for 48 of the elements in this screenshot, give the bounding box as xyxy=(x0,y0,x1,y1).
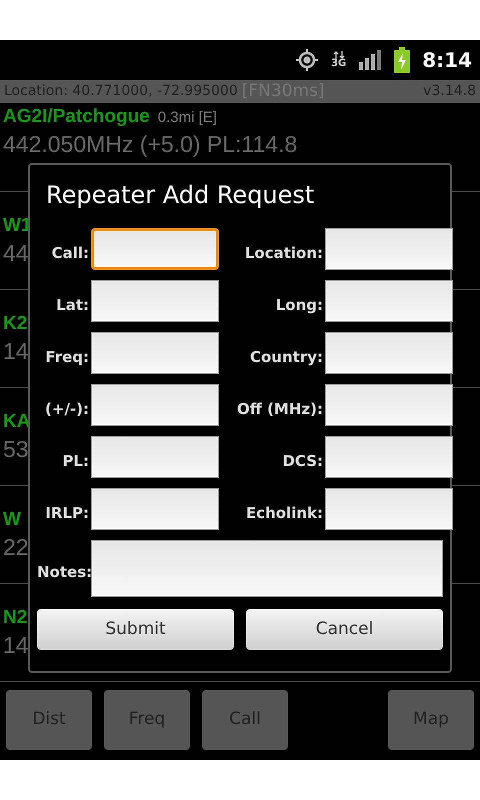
input-field[interactable] xyxy=(91,332,219,374)
field-label: Freq: xyxy=(44,346,89,368)
input-field[interactable] xyxy=(325,436,453,478)
repeater-frequency: 14 xyxy=(3,632,29,658)
battery-charging-icon xyxy=(394,47,410,73)
network-type: 3G xyxy=(331,59,346,69)
input-field[interactable] xyxy=(91,436,219,478)
gps-icon xyxy=(295,48,320,72)
field-label: Call: xyxy=(50,242,89,264)
repeater-callsign: N2 xyxy=(3,608,28,626)
repeater-callsign: KA xyxy=(3,412,30,430)
input-field[interactable] xyxy=(325,488,453,530)
field-label: (+/-): xyxy=(44,398,89,420)
repeater-callsign: W1 xyxy=(3,216,32,234)
repeater-callsign: W xyxy=(3,510,21,528)
repeater-callsign: K2 xyxy=(3,314,28,332)
field-label: IRLP: xyxy=(44,502,89,524)
input-field[interactable] xyxy=(325,280,453,322)
repeater-distance: 0.3mi [E] xyxy=(158,110,217,125)
repeater-frequency: 44 xyxy=(3,240,29,266)
input-field[interactable] xyxy=(325,228,453,270)
field-label: DCS: xyxy=(281,450,323,472)
repeater-frequency: 53 xyxy=(3,436,29,462)
clock: 8:14 xyxy=(422,47,472,74)
dialog-button[interactable]: Cancel xyxy=(246,609,443,650)
signal-icon xyxy=(358,50,382,70)
data-arrows-icon xyxy=(332,51,346,59)
repeater-frequency: 14 xyxy=(3,338,29,364)
input-field[interactable] xyxy=(91,488,219,530)
field-label: Long: xyxy=(274,294,323,316)
field-label: PL: xyxy=(61,450,89,472)
repeater-frequency: 22 xyxy=(3,534,29,560)
dialog-title: Repeater Add Request xyxy=(46,180,316,211)
field-label: Location: xyxy=(244,242,323,264)
field-label: Country: xyxy=(248,346,323,368)
input-field[interactable] xyxy=(325,332,453,374)
input-field[interactable] xyxy=(91,384,219,426)
field-label: Off (MHz): xyxy=(236,398,323,420)
repeater-callsign: AG2I/Patchogue xyxy=(3,107,150,126)
notes-field[interactable] xyxy=(91,540,443,597)
field-label: Notes: xyxy=(37,562,89,584)
input-field[interactable] xyxy=(325,384,453,426)
repeater-frequency: 442.050MHz (+5.0) PL:114.8 xyxy=(3,131,298,157)
field-label: Lat: xyxy=(55,294,89,316)
input-field[interactable] xyxy=(91,228,219,270)
dialog-button[interactable]: Submit xyxy=(37,609,234,650)
input-field[interactable] xyxy=(91,280,219,322)
field-label: Echolink: xyxy=(244,502,323,524)
